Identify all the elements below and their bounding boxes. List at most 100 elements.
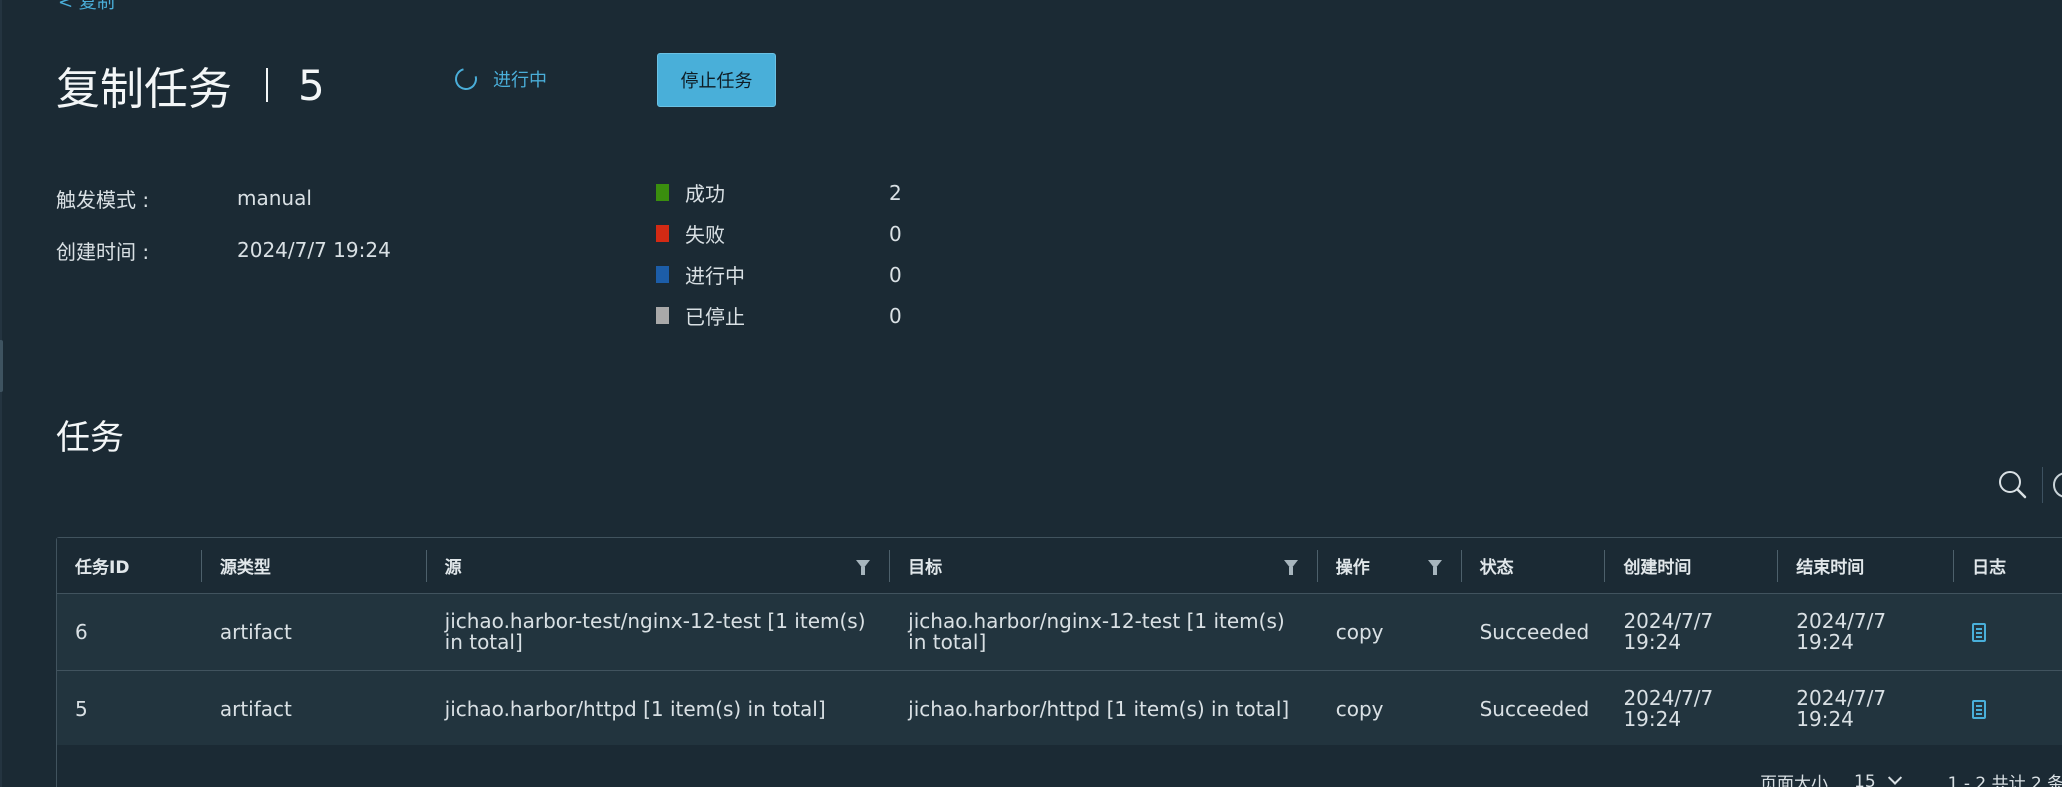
stat-label: 成功 bbox=[685, 182, 725, 206]
pagination: 页面大小 15 1 - 2 共计 2 条记录 bbox=[1760, 769, 2062, 787]
toolbar-divider bbox=[2042, 467, 2043, 503]
cell-created-time: 2024/7/7 19:24 bbox=[1605, 671, 1778, 747]
grid-toolbar bbox=[1996, 466, 2062, 504]
cell-created-time: 2024/7/7 19:24 bbox=[1605, 594, 1778, 670]
cell-task-id: 5 bbox=[75, 696, 88, 721]
stat-label: 失败 bbox=[685, 223, 725, 247]
column-header-end-time[interactable]: 结束时间 bbox=[1778, 538, 1955, 593]
stat-succeeded: 成功 2 bbox=[656, 172, 902, 213]
left-rail bbox=[0, 0, 2, 787]
task-id: 5 bbox=[298, 60, 325, 110]
cell-end-text: 2024/7/7 19:24 bbox=[1796, 609, 1887, 654]
sidebar-toggle-handle[interactable] bbox=[0, 340, 3, 392]
column-label: 源 bbox=[444, 558, 462, 578]
search-icon[interactable] bbox=[1996, 468, 2030, 502]
pagination-range: 1 - 2 共计 2 条记录 bbox=[1947, 774, 2062, 787]
cell-log bbox=[1954, 594, 2062, 670]
created-time-label: 创建时间 : bbox=[56, 239, 150, 264]
trigger-mode-value: manual bbox=[237, 186, 312, 210]
column-header-created-time[interactable]: 创建时间 bbox=[1605, 538, 1779, 593]
column-label: 操作 bbox=[1335, 558, 1370, 578]
succeeded-swatch-icon bbox=[656, 184, 669, 201]
filter-icon[interactable] bbox=[1283, 560, 1298, 575]
stat-value: 0 bbox=[889, 303, 902, 328]
filter-icon[interactable] bbox=[1427, 560, 1442, 575]
failed-swatch-icon bbox=[656, 225, 669, 242]
table-footer: 页面大小 15 1 - 2 共计 2 条记录 bbox=[57, 745, 2062, 787]
stopped-swatch-icon bbox=[656, 307, 669, 324]
cell-source-text: jichao.harbor/httpd [1 item(s) in total] bbox=[444, 696, 826, 721]
cell-status: Succeeded bbox=[1479, 619, 1590, 644]
page-size-select[interactable]: 15 bbox=[1854, 772, 1876, 787]
task-stats: 成功 2 失败 0 进行中 0 已停止 0 bbox=[656, 172, 902, 336]
cell-end-time: 2024/7/7 19:24 bbox=[1778, 594, 1954, 670]
cell-operation: copy bbox=[1335, 619, 1384, 644]
table-row[interactable]: 5 artifact jichao.harbor/httpd [1 item(s… bbox=[57, 671, 2062, 748]
page-size-label: 页面大小 bbox=[1760, 774, 1828, 787]
cell-target-text: jichao.harbor/httpd [1 item(s) in total] bbox=[908, 696, 1290, 721]
log-file-icon[interactable] bbox=[1972, 699, 1987, 719]
stat-failed: 失败 0 bbox=[656, 213, 902, 254]
cell-source: jichao.harbor/httpd [1 item(s) in total] bbox=[427, 671, 891, 747]
created-time-row: 创建时间 : 2024/7/7 19:24 bbox=[56, 224, 391, 276]
column-label: 目标 bbox=[908, 558, 943, 578]
execution-status-label: 进行中 bbox=[493, 70, 547, 91]
stat-stopped: 已停止 0 bbox=[656, 295, 902, 336]
trigger-mode-row: 触发模式 : manual bbox=[56, 172, 391, 224]
filter-icon[interactable] bbox=[856, 560, 871, 575]
cell-source-type: artifact bbox=[219, 619, 292, 644]
column-label: 状态 bbox=[1479, 558, 1514, 578]
stat-label: 已停止 bbox=[685, 305, 745, 329]
stat-value: 0 bbox=[889, 221, 902, 246]
spinner-icon bbox=[450, 63, 482, 95]
column-header-operation[interactable]: 操作 bbox=[1318, 538, 1462, 593]
column-header-source[interactable]: 源 bbox=[427, 538, 891, 593]
column-header-source-type[interactable]: 源类型 bbox=[202, 538, 427, 593]
stat-in-progress: 进行中 0 bbox=[656, 254, 902, 295]
column-label: 结束时间 bbox=[1796, 558, 1865, 578]
chevron-down-icon[interactable] bbox=[1887, 770, 1902, 785]
page-title-row: 复制任务 5 bbox=[56, 54, 325, 116]
tasks-table: 任务ID 源类型 源 目标 操作 状态 创建时间 结束时间 日志 6 artif… bbox=[56, 537, 2062, 787]
title-divider bbox=[266, 68, 268, 102]
column-label: 日志 bbox=[1972, 558, 2007, 578]
cell-operation: copy bbox=[1335, 696, 1384, 721]
created-time-value: 2024/7/7 19:24 bbox=[237, 238, 391, 262]
column-header-log[interactable]: 日志 bbox=[1954, 538, 2062, 593]
cell-end-time: 2024/7/7 19:24 bbox=[1778, 671, 1954, 747]
cell-status: Succeeded bbox=[1479, 696, 1590, 721]
cell-source-text: jichao.harbor-test/nginx-12-test [1 item… bbox=[444, 609, 866, 654]
column-label: 创建时间 bbox=[1623, 558, 1692, 578]
column-label: 任务ID bbox=[75, 558, 130, 578]
cell-target: jichao.harbor/httpd [1 item(s) in total] bbox=[890, 671, 1318, 747]
cell-task-id: 6 bbox=[75, 619, 88, 644]
refresh-icon[interactable] bbox=[2053, 472, 2062, 498]
column-header-task-id[interactable]: 任务ID bbox=[57, 538, 202, 593]
stat-value: 2 bbox=[889, 180, 902, 205]
trigger-mode-label: 触发模式 : bbox=[56, 187, 150, 212]
task-meta: 触发模式 : manual 创建时间 : 2024/7/7 19:24 bbox=[56, 172, 391, 276]
cell-created-text: 2024/7/7 19:24 bbox=[1623, 609, 1714, 654]
in-progress-swatch-icon bbox=[656, 266, 669, 283]
column-label: 源类型 bbox=[219, 558, 271, 578]
log-file-icon[interactable] bbox=[1972, 622, 1987, 642]
cell-target-text: jichao.harbor/nginx-12-test [1 item(s) i… bbox=[908, 609, 1285, 654]
cell-created-text: 2024/7/7 19:24 bbox=[1623, 686, 1714, 731]
replication-task-page: < 复制 复制任务 5 进行中 停止任务 触发模式 : manual 创建时间 … bbox=[0, 0, 2062, 787]
column-header-status[interactable]: 状态 bbox=[1462, 538, 1606, 593]
cell-source-type: artifact bbox=[219, 696, 292, 721]
cell-target: jichao.harbor/nginx-12-test [1 item(s) i… bbox=[890, 594, 1318, 670]
stop-task-button[interactable]: 停止任务 bbox=[657, 53, 776, 107]
stat-label: 进行中 bbox=[685, 264, 745, 288]
table-row[interactable]: 6 artifact jichao.harbor-test/nginx-12-t… bbox=[57, 594, 2062, 671]
back-link[interactable]: < 复制 bbox=[58, 0, 115, 14]
cell-source: jichao.harbor-test/nginx-12-test [1 item… bbox=[427, 594, 891, 670]
execution-status: 进行中 bbox=[450, 63, 547, 95]
table-header: 任务ID 源类型 源 目标 操作 状态 创建时间 结束时间 日志 bbox=[57, 538, 2062, 594]
page-title: 复制任务 bbox=[56, 64, 232, 115]
column-header-target[interactable]: 目标 bbox=[890, 538, 1318, 593]
tasks-section-title: 任务 bbox=[56, 418, 124, 458]
cell-log bbox=[1954, 671, 2062, 747]
stat-value: 0 bbox=[889, 262, 902, 287]
cell-end-text: 2024/7/7 19:24 bbox=[1796, 686, 1887, 731]
